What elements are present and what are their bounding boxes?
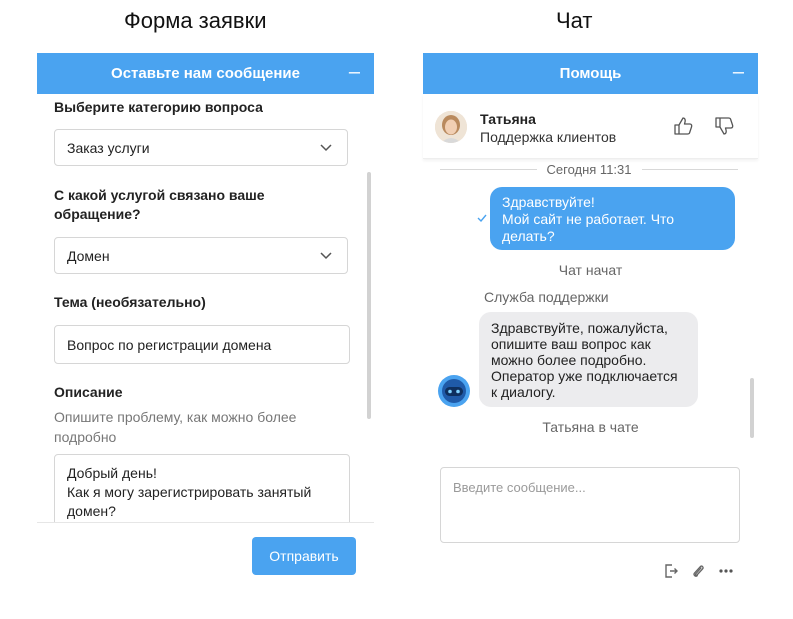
chat-panel: Помощь – Татьяна Поддержка клиентов Сего… — [423, 53, 758, 443]
more-icon[interactable] — [718, 563, 734, 579]
form-body[interactable]: Выберите категорию вопроса Заказ услуги … — [37, 94, 374, 523]
chat-header: Помощь – — [423, 53, 758, 94]
description-textarea[interactable]: Добрый день! Как я могу зарегистрировать… — [54, 454, 350, 523]
chevron-down-icon — [320, 252, 332, 260]
date-separator-text: Сегодня 11:31 — [546, 161, 632, 177]
service-select-value: Домен — [67, 247, 110, 264]
agent-role: Поддержка клиентов — [480, 129, 617, 145]
chevron-down-icon — [320, 144, 332, 152]
form-scrollbar[interactable] — [367, 172, 371, 419]
agent-name: Татьяна — [480, 111, 536, 127]
category-select[interactable]: Заказ услуги — [54, 129, 348, 166]
description-hint: Опишите проблему, как можно более подроб… — [54, 409, 297, 445]
agent-info: Татьяна Поддержка клиентов — [423, 94, 758, 159]
message-input[interactable]: Введите сообщение... — [440, 467, 740, 543]
bot-message-bubble: Здравствуйте, пожалуйста, опишите ваш во… — [479, 312, 698, 407]
topic-label: Тема (необязательно) — [54, 294, 206, 310]
form-footer-divider — [37, 522, 374, 523]
agent-photo-icon — [435, 111, 467, 143]
category-label: Выберите категорию вопроса — [54, 99, 263, 115]
service-label: С какой услугой связано ваше обращение? — [54, 187, 265, 222]
agent-joined-note: Татьяна в чате — [542, 419, 639, 435]
thumbs-up-icon[interactable] — [672, 115, 694, 137]
form-header: Оставьте нам сообщение – — [37, 53, 374, 94]
chat-caption: Чат — [556, 8, 593, 33]
paperclip-icon[interactable] — [690, 563, 706, 579]
description-label: Описание — [54, 384, 123, 400]
category-select-value: Заказ услуги — [67, 139, 150, 156]
request-form-panel: Оставьте нам сообщение – Выберите катего… — [37, 53, 374, 523]
chat-header-title: Помощь — [559, 65, 622, 82]
form-minimize-button[interactable]: – — [349, 62, 360, 82]
chat-started-note: Чат начат — [558, 262, 623, 278]
chat-scrollbar[interactable] — [750, 378, 754, 438]
date-separator: Сегодня 11:31 — [440, 160, 739, 178]
chat-minimize-button[interactable]: – — [733, 62, 744, 82]
check-icon — [477, 214, 487, 222]
topic-input[interactable]: Вопрос по регистрации домена — [54, 325, 350, 364]
form-caption: Форма заявки — [124, 8, 267, 33]
thumbs-down-icon[interactable] — [713, 115, 735, 137]
bot-sender-label: Служба поддержки — [484, 289, 609, 305]
exit-icon[interactable] — [663, 563, 679, 579]
bot-icon — [438, 375, 470, 407]
user-message-bubble: Здравствуйте! Мой сайт не работает. Что … — [490, 187, 735, 250]
send-button[interactable]: Отправить — [252, 537, 356, 575]
form-header-title: Оставьте нам сообщение — [111, 65, 300, 82]
agent-avatar — [435, 111, 467, 143]
service-select[interactable]: Домен — [54, 237, 348, 274]
